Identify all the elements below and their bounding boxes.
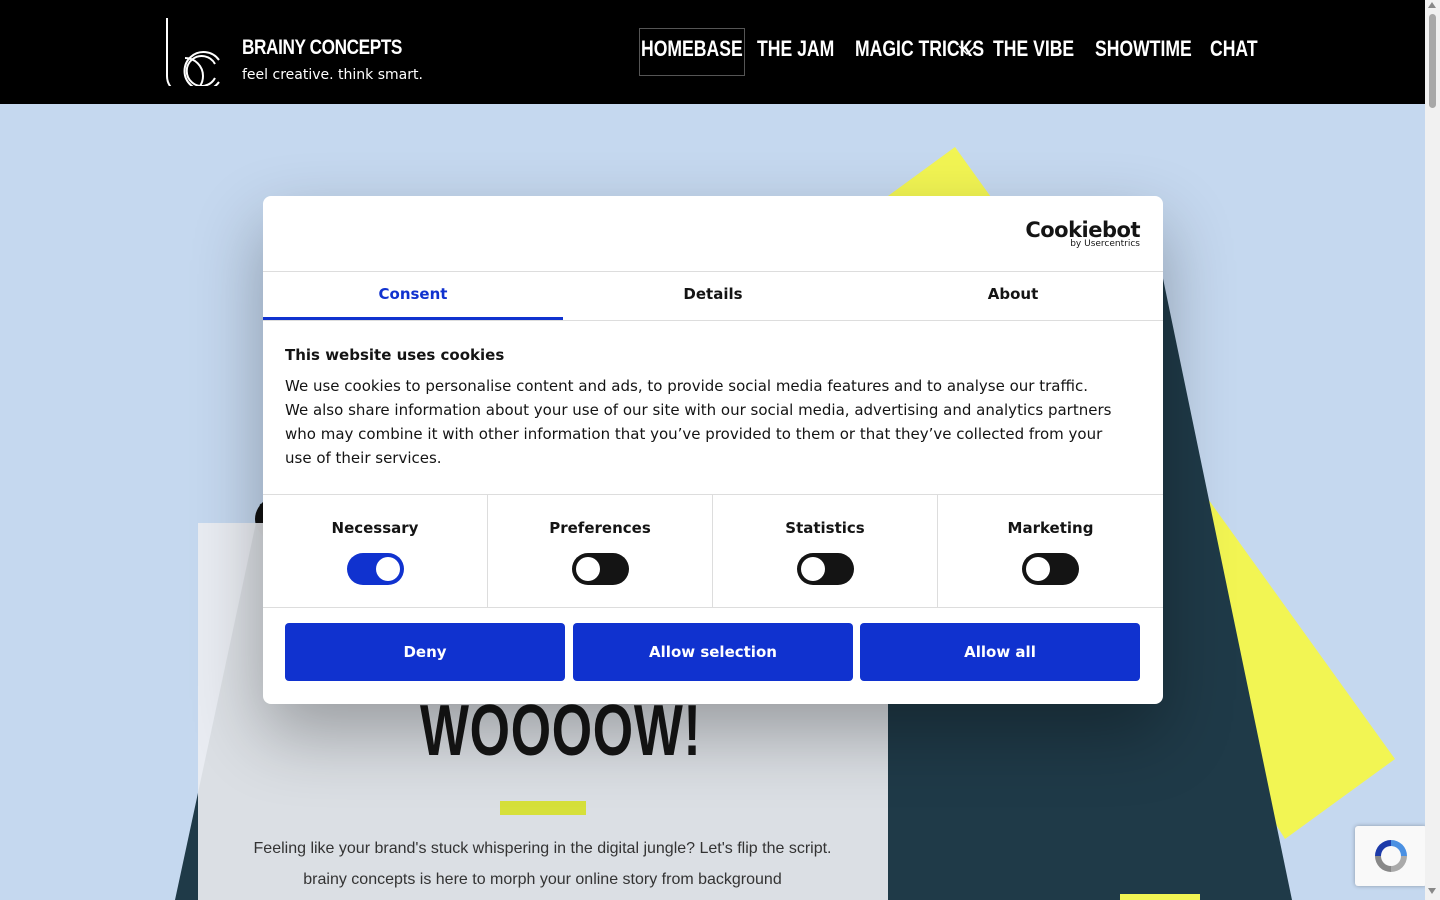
nav-the-jam[interactable]: THE JAM xyxy=(757,36,834,62)
toggle-necessary[interactable] xyxy=(347,553,404,585)
toggle-necessary-label: Necessary xyxy=(331,519,419,537)
scroll-down-arrow-icon[interactable] xyxy=(1428,888,1436,894)
scroll-thumb[interactable] xyxy=(1429,14,1436,108)
dialog-body-text: We use cookies to personalise content an… xyxy=(285,377,1112,467)
toggle-knob xyxy=(376,557,400,581)
toggle-marketing-label: Marketing xyxy=(1007,519,1094,537)
toggle-necessary-group: Necessary xyxy=(263,495,488,607)
dialog-title: This website uses cookies xyxy=(285,346,505,364)
deny-button[interactable]: Deny xyxy=(285,623,565,681)
consent-toggles: Necessary Preferences Statistics Marketi… xyxy=(263,494,1163,608)
recaptcha-icon xyxy=(1375,840,1407,872)
scroll-up-arrow-icon[interactable] xyxy=(1428,2,1436,8)
tab-details[interactable]: Details xyxy=(563,272,863,320)
brand-name[interactable]: BRAINY CONCEPTS xyxy=(242,36,402,60)
toggle-statistics-group: Statistics xyxy=(713,495,938,607)
toggle-marketing[interactable] xyxy=(1022,553,1079,585)
toggle-marketing-group: Marketing xyxy=(938,495,1163,607)
recaptcha-badge[interactable] xyxy=(1355,826,1427,886)
toggle-preferences-group: Preferences xyxy=(488,495,713,607)
allow-selection-button[interactable]: Allow selection xyxy=(573,623,853,681)
site-header: BRAINY CONCEPTS feel creative. think sma… xyxy=(0,0,1425,104)
toggle-knob xyxy=(801,557,825,581)
page-scrollbar[interactable] xyxy=(1425,0,1440,900)
allow-all-button[interactable]: Allow all xyxy=(860,623,1140,681)
toggle-preferences[interactable] xyxy=(572,553,629,585)
cookie-consent-dialog: Cookiebot by Usercentrics Consent Detail… xyxy=(263,196,1163,704)
hero-accent-bar xyxy=(500,801,586,815)
toggle-knob xyxy=(1026,557,1050,581)
cookiebot-logo: Cookiebot by Usercentrics xyxy=(1025,218,1140,249)
toggle-preferences-label: Preferences xyxy=(549,519,651,537)
toggle-knob xyxy=(576,557,600,581)
tab-consent[interactable]: Consent xyxy=(263,272,563,320)
tab-about[interactable]: About xyxy=(863,272,1163,320)
nav-showtime[interactable]: SHOWTIME xyxy=(1095,36,1192,62)
nav-the-vibe[interactable]: THE VIBE xyxy=(993,36,1074,62)
dialog-tabs: Consent Details About xyxy=(263,271,1163,321)
toggle-statistics[interactable] xyxy=(797,553,854,585)
nav-homebase[interactable]: HOMEBASE xyxy=(641,36,743,62)
toggle-statistics-label: Statistics xyxy=(785,519,865,537)
chevron-down-icon[interactable] xyxy=(958,44,976,56)
brand-tagline: feel creative. think smart. xyxy=(242,67,423,83)
brand-logo[interactable] xyxy=(163,16,223,86)
nav-chat[interactable]: CHAT xyxy=(1210,36,1258,62)
hero-text: Feeling like your brand's stuck whisperi… xyxy=(253,840,832,888)
